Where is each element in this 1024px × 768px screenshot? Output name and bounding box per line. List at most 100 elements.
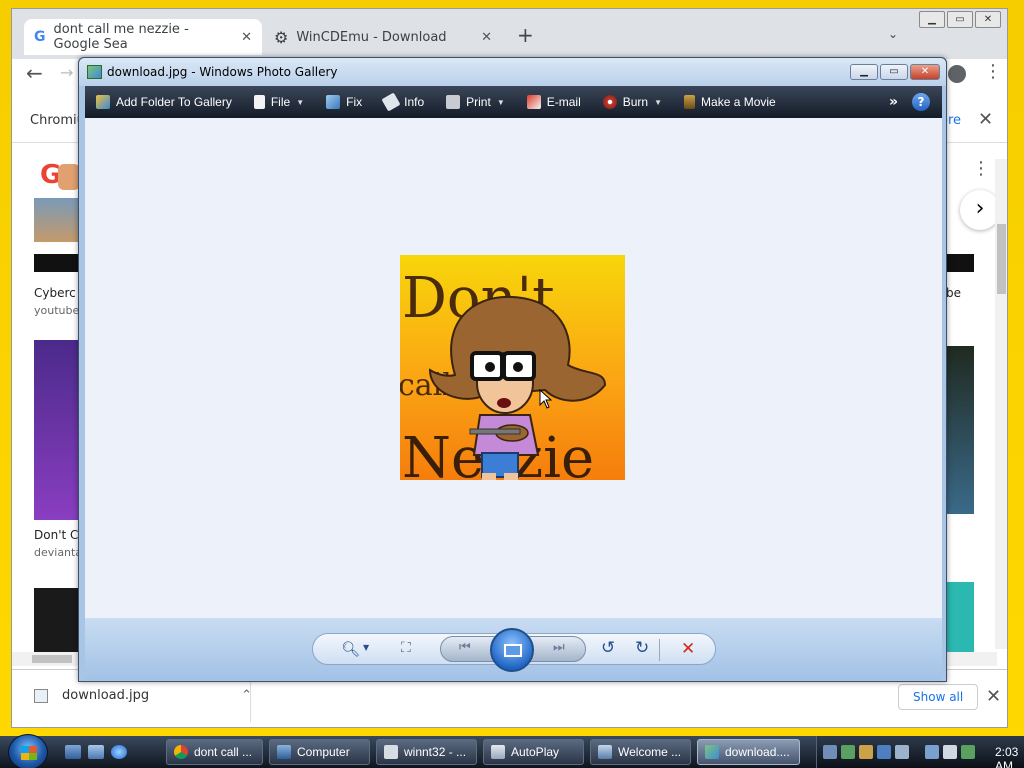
print-menu-button[interactable]: Print ▼ (435, 86, 516, 118)
forward-arrow-icon[interactable]: → (60, 63, 73, 82)
result-source: devianta (34, 546, 83, 559)
document-icon (384, 745, 398, 759)
thumbnail[interactable] (946, 582, 974, 659)
new-tab-button[interactable]: + (517, 23, 534, 47)
button-label: Make a Movie (701, 95, 776, 109)
close-icon[interactable]: ✕ (978, 109, 993, 130)
thumbnail[interactable] (946, 254, 974, 272)
image-file-icon (34, 688, 48, 703)
burn-menu-button[interactable]: Burn ▼ (592, 86, 673, 118)
taskbar-item-photo-gallery[interactable]: download.... (697, 739, 800, 765)
vertical-scrollbar[interactable] (995, 159, 1007, 649)
result-title[interactable]: Cyberc (34, 286, 79, 300)
taskbar-item-label: Welcome ... (618, 745, 682, 759)
actual-size-icon[interactable]: ⛶ (401, 640, 411, 656)
email-button[interactable]: E-mail (516, 86, 592, 118)
fix-button[interactable]: Fix (315, 86, 373, 118)
taskbar-item-autoplay[interactable]: AutoPlay (483, 739, 584, 765)
thumbnail[interactable] (34, 254, 79, 272)
photo-gallery-icon (705, 745, 719, 759)
rotate-left-icon[interactable]: ↺ (601, 638, 615, 658)
scrollbar-thumb[interactable] (997, 224, 1006, 294)
photo-gallery-window: download.jpg - Windows Photo Gallery ▁ ▭… (78, 57, 947, 682)
help-icon[interactable]: ? (912, 93, 930, 111)
result-title[interactable]: be (946, 286, 961, 300)
maximize-button[interactable]: ▭ (880, 64, 908, 80)
dropdown-arrow-icon: ▼ (654, 97, 663, 107)
taskbar-item-welcome[interactable]: Welcome ... (590, 739, 691, 765)
tab-wincdemu[interactable]: ⚙ WinCDEmu - Download ✕ (264, 19, 502, 55)
taskbar-item-label: dont call ... (194, 745, 253, 759)
result-source: youtube (34, 304, 80, 317)
dropdown-arrow-icon: ▼ (496, 97, 505, 107)
add-folder-button[interactable]: Add Folder To Gallery (85, 86, 243, 118)
result-title[interactable]: Don't C (34, 528, 79, 542)
taskbar-item-winnt32[interactable]: winnt32 - ... (376, 739, 477, 765)
gallery-toolbar: Add Folder To Gallery File ▼ Fix Info Pr… (85, 86, 942, 118)
thumbnail[interactable] (34, 198, 78, 242)
network-icon[interactable] (925, 745, 939, 759)
tray-icon[interactable] (841, 745, 855, 759)
image-viewer: Don't call me Nezzie (85, 118, 942, 618)
tray-icon[interactable] (823, 745, 837, 759)
close-tab-icon[interactable]: ✕ (481, 30, 492, 45)
divider (659, 639, 660, 661)
printer-icon (446, 95, 461, 109)
tray-icon[interactable] (961, 745, 975, 759)
title-bar[interactable]: download.jpg - Windows Photo Gallery ▁ ▭… (79, 58, 946, 86)
tag-icon (381, 92, 401, 112)
chrome-icon (174, 745, 188, 759)
scrollbar-thumb[interactable] (32, 655, 72, 663)
profile-icon[interactable] (948, 65, 966, 83)
close-button[interactable]: ✕ (975, 11, 1001, 28)
menu-dots-icon[interactable]: ⋮ (984, 61, 1002, 82)
thumbnail[interactable] (34, 340, 79, 520)
mouse-cursor-icon (539, 389, 553, 409)
close-tab-icon[interactable]: ✕ (241, 30, 252, 45)
minimize-button[interactable]: ▁ (850, 64, 878, 80)
rotate-right-icon[interactable]: ↻ (635, 638, 649, 658)
info-button[interactable]: Info (373, 86, 435, 118)
close-icon[interactable]: ✕ (986, 686, 1001, 707)
taskbar-item-label: Computer (297, 745, 350, 759)
back-arrow-icon[interactable]: ← (26, 61, 43, 85)
delete-icon[interactable]: ✕ (681, 639, 695, 659)
close-button[interactable]: ✕ (910, 64, 940, 80)
dropdown-arrow-icon: ▼ (296, 97, 305, 107)
more-chevron-icon[interactable]: » (889, 94, 912, 110)
show-all-button[interactable]: Show all (898, 684, 979, 710)
tab-search-chevron-icon[interactable]: ⌄ (888, 27, 898, 41)
browser-window-controls: ▁ ▭ ✕ (919, 11, 1001, 28)
download-item[interactable]: download.jpg ⌃ (34, 688, 252, 703)
autoplay-icon (491, 745, 505, 759)
slideshow-button[interactable] (490, 628, 534, 672)
thumbnail[interactable] (58, 164, 80, 190)
next-arrow-icon[interactable]: › (960, 190, 1000, 230)
previous-icon[interactable]: ⏮ (459, 640, 471, 655)
switch-windows-icon[interactable] (88, 745, 104, 759)
tray-icon[interactable] (877, 745, 891, 759)
zoom-icon[interactable]: 🔍︎ (341, 640, 360, 658)
taskbar-item-computer[interactable]: Computer (269, 739, 370, 765)
file-menu-button[interactable]: File ▼ (243, 86, 315, 118)
tray-icon[interactable] (859, 745, 873, 759)
tray-icon[interactable] (895, 745, 909, 759)
maximize-button[interactable]: ▭ (947, 11, 973, 28)
thumbnail[interactable] (946, 346, 974, 514)
make-movie-button[interactable]: Make a Movie (673, 86, 787, 118)
divider (250, 676, 251, 722)
minimize-button[interactable]: ▁ (919, 11, 945, 28)
next-icon[interactable]: ⏭ (553, 640, 565, 655)
button-label: Print (466, 95, 491, 109)
start-button[interactable] (8, 734, 48, 768)
clock[interactable]: 2:03 AM (995, 745, 1024, 768)
internet-explorer-icon[interactable] (111, 745, 127, 759)
volume-muted-icon[interactable] (943, 745, 957, 759)
taskbar-item-chrome[interactable]: dont call ... (166, 739, 263, 765)
taskbar: dont call ... Computer winnt32 - ... Aut… (0, 734, 1024, 768)
slideshow-icon (504, 644, 522, 657)
tab-google-search[interactable]: G dont call me nezzie - Google Sea ✕ (24, 19, 262, 55)
thumbnail[interactable] (34, 588, 79, 659)
dropdown-arrow-icon[interactable]: ▼ (363, 643, 369, 652)
show-desktop-icon[interactable] (65, 745, 81, 759)
